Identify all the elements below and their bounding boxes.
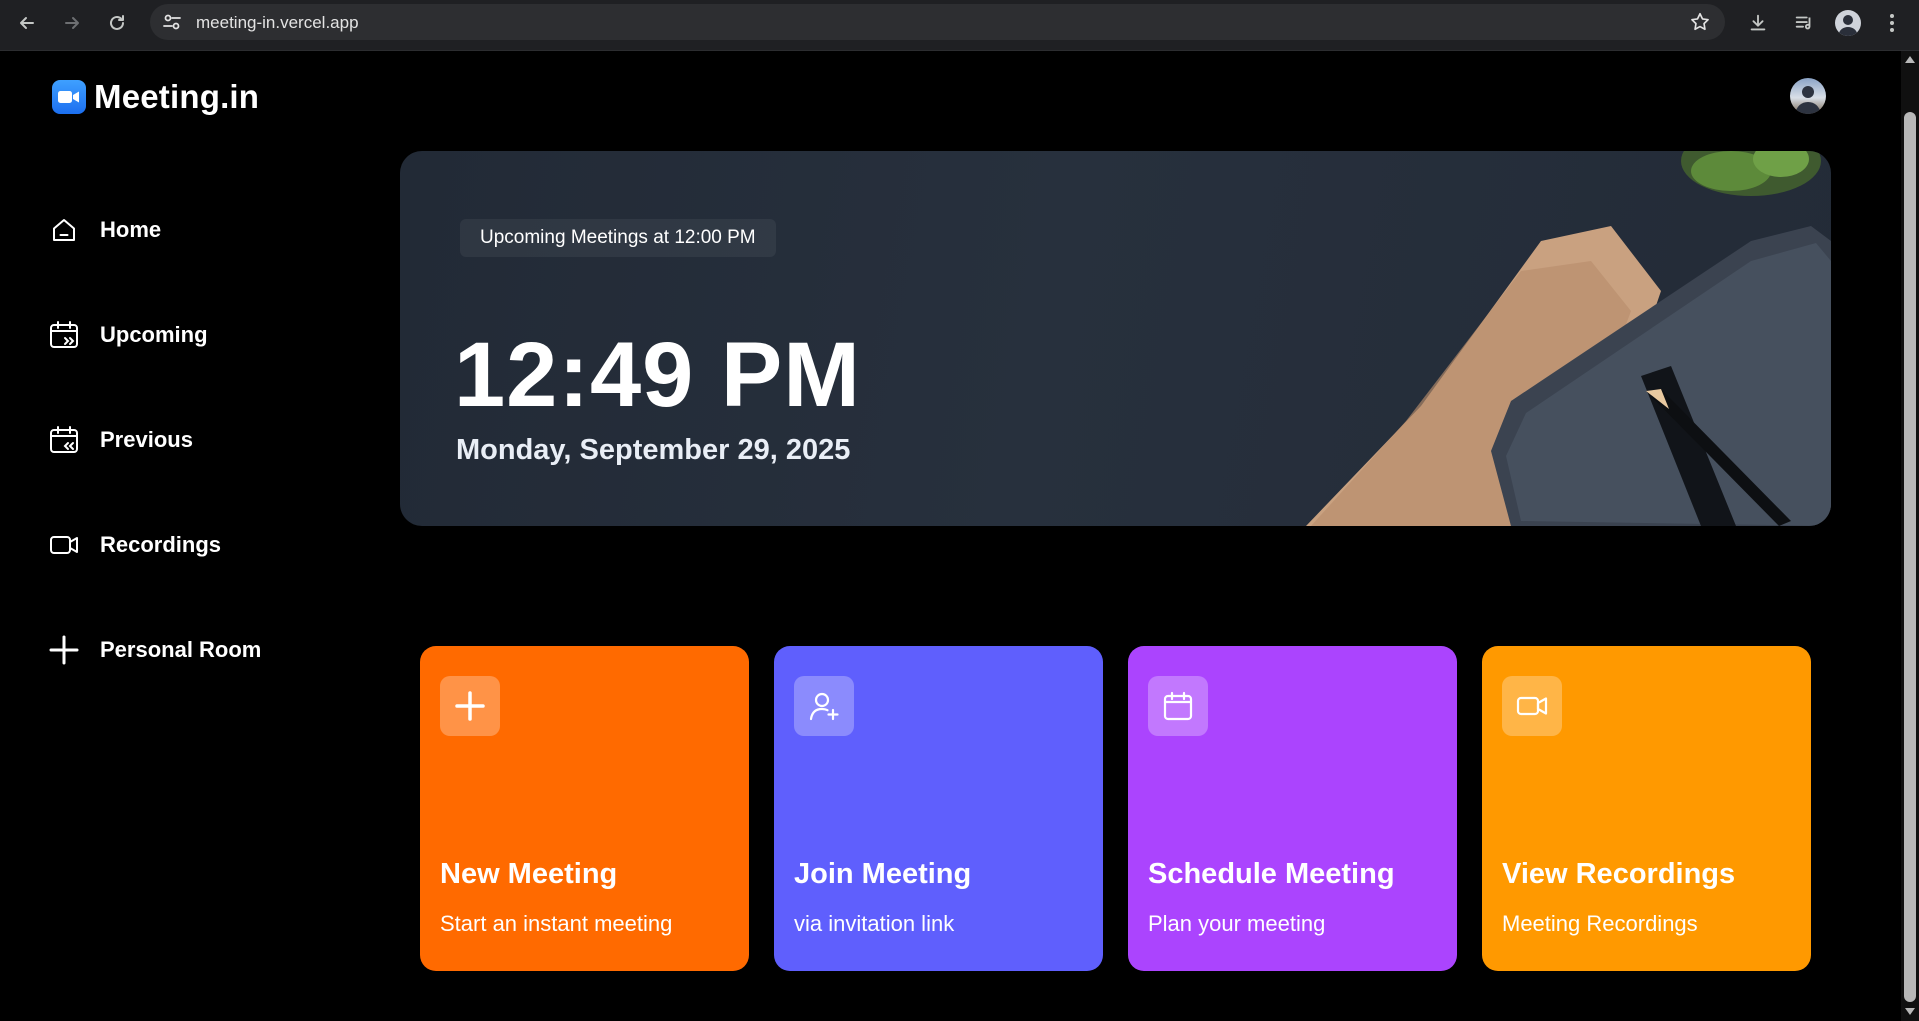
card-subtitle: Plan your meeting <box>1148 911 1326 936</box>
app-name: Meeting.in <box>94 78 260 115</box>
user-add-icon <box>794 676 854 736</box>
sidebar-item-home[interactable]: Home <box>48 210 161 250</box>
browser-toolbar: meeting-in.vercel.app <box>0 0 1919 51</box>
plus-icon <box>440 676 500 736</box>
sidebar-item-label: Recordings <box>100 532 222 557</box>
plus-icon <box>48 634 80 666</box>
forward-button[interactable] <box>58 9 86 37</box>
card-title: Schedule Meeting <box>1148 858 1395 890</box>
url-text: meeting-in.vercel.app <box>196 13 359 32</box>
profile-avatar-icon[interactable] <box>1834 9 1862 37</box>
view-recordings-card[interactable]: View Recordings Meeting Recordings <box>1482 646 1811 971</box>
card-title: New Meeting <box>440 858 618 890</box>
join-meeting-card[interactable]: Join Meeting via invitation link <box>774 646 1103 971</box>
arrow-left-icon <box>20 17 34 29</box>
current-date: Monday, September 29, 2025 <box>456 434 851 466</box>
hero-banner: Upcoming Meetings at 12:00 PM 12:49 PM M… <box>400 151 1831 526</box>
sidebar-item-label: Previous <box>100 427 193 452</box>
calendar-icon <box>1148 676 1208 736</box>
address-bar[interactable]: meeting-in.vercel.app <box>150 4 1725 40</box>
new-meeting-card[interactable]: New Meeting Start an instant meeting <box>420 646 749 971</box>
bookmark-star-icon[interactable] <box>1689 11 1711 38</box>
scroll-up-arrow-icon[interactable] <box>1905 56 1915 63</box>
calendar-upcoming-icon <box>48 319 80 351</box>
card-title: View Recordings <box>1502 858 1736 890</box>
sidebar-item-personal-room[interactable]: Personal Room <box>48 630 261 670</box>
menu-kebab-icon[interactable] <box>1878 9 1906 37</box>
reading-list-icon[interactable] <box>1790 9 1818 37</box>
calendar-previous-icon <box>48 424 80 456</box>
card-title: Join Meeting <box>794 858 972 890</box>
sidebar-item-previous[interactable]: Previous <box>48 420 193 460</box>
card-subtitle: Start an instant meeting <box>440 911 673 936</box>
schedule-meeting-card[interactable]: Schedule Meeting Plan your meeting <box>1128 646 1457 971</box>
back-button[interactable] <box>13 9 41 37</box>
scroll-down-arrow-icon[interactable] <box>1905 1008 1915 1015</box>
video-camera-logo-icon <box>52 80 86 114</box>
user-avatar[interactable] <box>1790 78 1826 114</box>
reload-button[interactable] <box>103 9 131 37</box>
site-info-icon[interactable] <box>160 11 184 33</box>
sidebar-item-upcoming[interactable]: Upcoming <box>48 315 208 355</box>
download-icon[interactable] <box>1744 9 1772 37</box>
sidebar-item-label: Personal Room <box>100 637 262 662</box>
home-icon <box>48 214 80 246</box>
reload-icon <box>110 15 124 30</box>
sidebar-item-recordings[interactable]: Recordings <box>48 525 221 565</box>
card-subtitle: via invitation link <box>794 911 955 936</box>
video-icon <box>48 529 80 561</box>
desk-notebook-illustration <box>1306 151 1831 526</box>
arrow-right-icon <box>65 17 79 29</box>
scrollbar-thumb[interactable] <box>1904 112 1916 1002</box>
video-icon <box>1502 676 1562 736</box>
card-subtitle: Meeting Recordings <box>1502 911 1698 936</box>
sidebar-item-label: Home <box>100 217 162 242</box>
sidebar-item-label: Upcoming <box>100 322 208 347</box>
app-logo[interactable]: Meeting.in <box>52 78 259 116</box>
upcoming-meeting-badge: Upcoming Meetings at 12:00 PM <box>460 219 776 257</box>
current-time: 12:49 PM <box>454 324 861 426</box>
